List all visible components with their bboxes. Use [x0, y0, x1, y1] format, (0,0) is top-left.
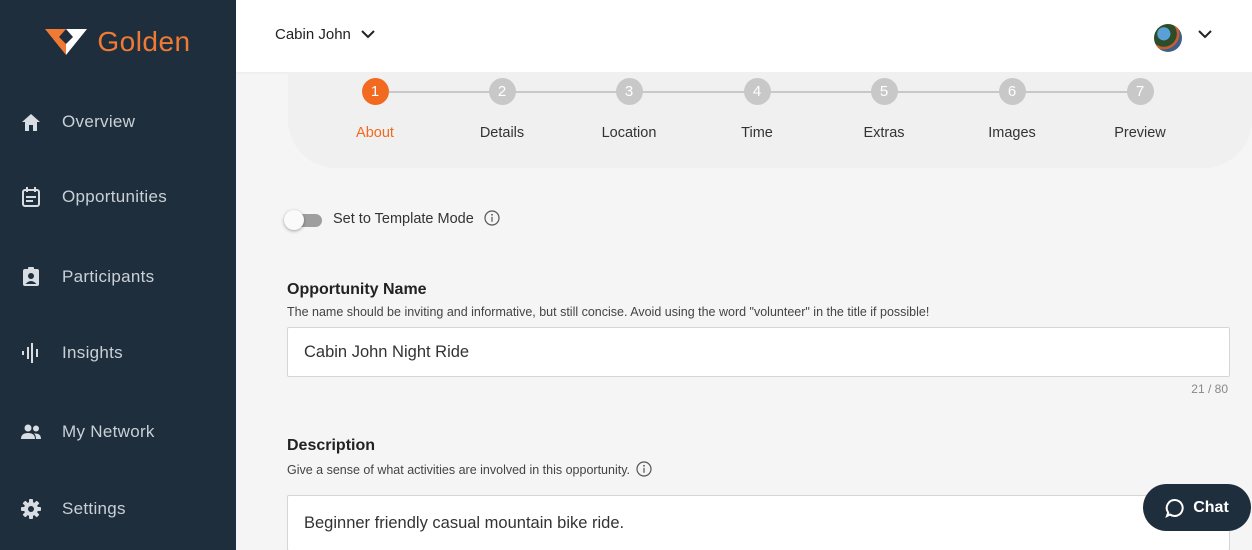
sidebar-item-my-network[interactable]: My Network: [0, 407, 236, 457]
progress-stepper: 1 About 2 Details 3 Location 4 Time 5 Ex…: [288, 72, 1252, 168]
sidebar-item-label: My Network: [62, 422, 155, 441]
sidebar-item-label: Settings: [62, 499, 126, 518]
step-label: Extras: [863, 125, 905, 141]
step-label: About: [356, 125, 394, 141]
step-label: Preview: [1114, 125, 1166, 141]
step-label: Details: [479, 125, 525, 141]
step-number: 1: [361, 78, 389, 105]
toggle-knob: [284, 210, 304, 230]
step-details[interactable]: 2 Details: [442, 78, 562, 141]
step-label: Images: [988, 125, 1036, 141]
info-icon[interactable]: [636, 461, 653, 477]
step-preview[interactable]: 7 Preview: [1080, 78, 1200, 141]
brand-name: Golden: [97, 26, 191, 57]
opportunity-name-title: Opportunity Name: [287, 281, 427, 298]
description-help-text: Give a sense of what activities are invo…: [287, 463, 630, 477]
chat-button[interactable]: Chat: [1143, 484, 1251, 531]
people-icon: [20, 421, 42, 443]
logo[interactable]: Golden: [0, 0, 236, 84]
character-count: 21 / 80: [1191, 382, 1228, 396]
sidebar-item-participants[interactable]: Participants: [0, 252, 236, 302]
description-help: Give a sense of what activities are invo…: [287, 461, 653, 477]
top-bar: Cabin John: [236, 0, 1252, 72]
sidebar-item-overview[interactable]: Overview: [0, 97, 236, 147]
step-location[interactable]: 3 Location: [569, 78, 689, 141]
sidebar-item-label: Opportunities: [62, 187, 168, 206]
sidebar-item-label: Insights: [62, 343, 123, 362]
chevron-down-icon: [361, 30, 375, 39]
chevron-down-icon[interactable]: [1198, 30, 1212, 39]
opportunity-name-input[interactable]: [287, 327, 1230, 377]
step-number: 4: [743, 78, 771, 105]
step-label: Location: [601, 125, 657, 141]
step-time[interactable]: 4 Time: [697, 78, 817, 141]
description-title: Description: [287, 437, 376, 454]
info-icon[interactable]: [484, 210, 500, 226]
waveform-icon: [20, 342, 42, 364]
sidebar-item-insights[interactable]: Insights: [0, 328, 236, 378]
template-mode-label: Set to Template Mode: [333, 210, 500, 227]
chat-label: Chat: [1193, 498, 1229, 516]
step-number: 6: [998, 78, 1026, 105]
badge-icon: [20, 266, 42, 288]
home-icon: [20, 111, 42, 133]
step-extras[interactable]: 5 Extras: [824, 78, 944, 141]
sidebar: Golden Overview Opportunities Participan…: [0, 0, 236, 550]
avatar[interactable]: [1154, 24, 1182, 52]
calendar-icon: [20, 186, 42, 208]
template-mode-toggle[interactable]: [284, 209, 322, 231]
organization-name: Cabin John: [275, 26, 351, 43]
sidebar-item-label: Participants: [62, 267, 155, 286]
step-label: Time: [741, 125, 773, 141]
gear-icon: [20, 498, 42, 520]
sidebar-item-opportunities[interactable]: Opportunities: [0, 172, 236, 222]
golden-logo-icon: [45, 29, 88, 55]
step-about[interactable]: 1 About: [315, 78, 435, 141]
step-number: 3: [615, 78, 643, 105]
sidebar-item-label: Overview: [62, 112, 136, 131]
template-mode-text: Set to Template Mode: [333, 211, 474, 227]
step-number: 2: [488, 78, 516, 105]
organization-selector[interactable]: Cabin John: [275, 26, 375, 43]
sidebar-item-settings[interactable]: Settings: [0, 484, 236, 534]
step-number: 7: [1126, 78, 1154, 105]
step-number: 5: [870, 78, 898, 105]
opportunity-name-help: The name should be inviting and informat…: [287, 305, 930, 319]
description-input[interactable]: [287, 495, 1230, 550]
chat-bubble-icon: [1165, 498, 1184, 518]
step-images[interactable]: 6 Images: [952, 78, 1072, 141]
